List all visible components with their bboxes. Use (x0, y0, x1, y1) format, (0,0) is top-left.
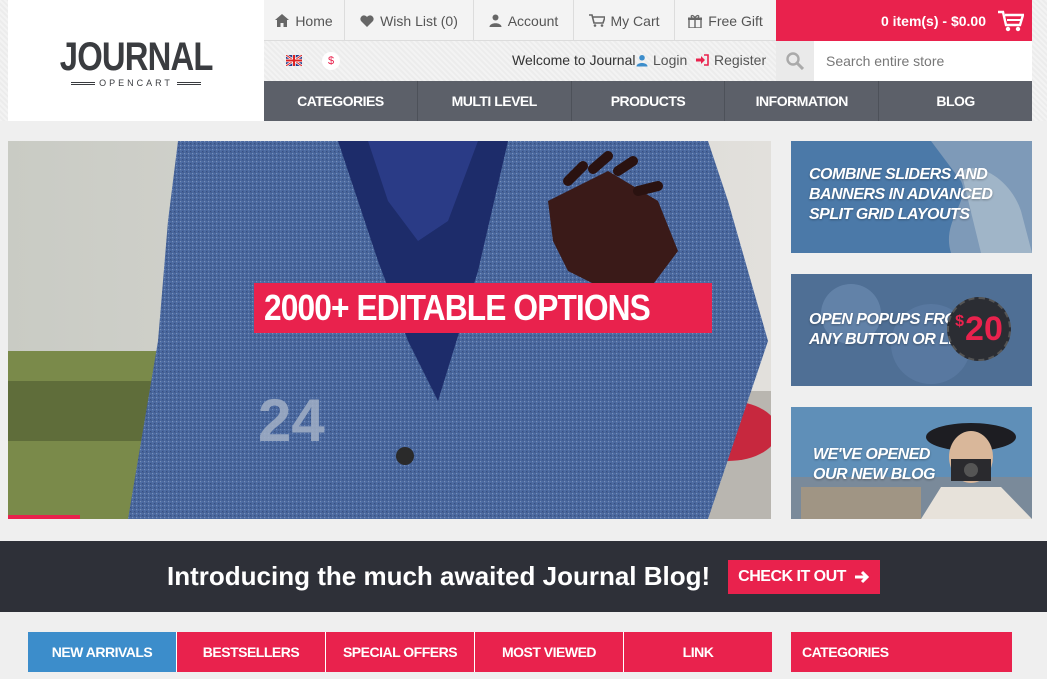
cart-summary: 0 item(s) - $0.00 (880, 12, 986, 29)
tab-bestsellers[interactable]: BESTSELLERS (177, 632, 326, 672)
nav-products[interactable]: PRODUCTS (572, 81, 726, 121)
hero-caption: 2000+ EDITABLE OPTIONS (254, 283, 713, 333)
mycart-link[interactable]: My Cart (574, 0, 675, 41)
banner-new-blog[interactable]: WE'VE OPENED OUR NEW BLOG (791, 407, 1032, 519)
cart-button[interactable]: 0 item(s) - $0.00 (776, 0, 1032, 41)
home-link[interactable]: Home (264, 0, 345, 41)
wishlist-link[interactable]: Wish List (0) (345, 0, 474, 41)
uk-flag-icon[interactable] (286, 55, 302, 66)
banner-popups[interactable]: OPEN POPUPS FROM ANY BUTTON OR LINK $20 (791, 274, 1032, 386)
cart-icon (588, 14, 605, 27)
check-it-out-button[interactable]: CHECK IT OUT (728, 559, 880, 594)
svg-text:24: 24 (258, 387, 325, 454)
sidebar-categories-title: CATEGORIES (791, 632, 1012, 672)
product-tabs: NEW ARRIVALS BESTSELLERS SPECIAL OFFERS … (28, 632, 772, 672)
tab-most-viewed[interactable]: MOST VIEWED (475, 632, 624, 672)
hero-slider[interactable]: 24 2000+ EDITABLE OPTIONS (8, 141, 771, 519)
tab-special-offers[interactable]: SPECIAL OFFERS (326, 632, 475, 672)
search-icon (786, 52, 804, 70)
arrow-right-icon (854, 570, 870, 583)
welcome-text: Welcome to Journal (512, 52, 636, 68)
tab-new-arrivals[interactable]: NEW ARRIVALS (28, 632, 177, 672)
nav-multi-level[interactable]: MULTI LEVEL (418, 81, 572, 121)
nav-information[interactable]: INFORMATION (725, 81, 880, 121)
search-button[interactable] (776, 41, 814, 81)
nav-categories[interactable]: CATEGORIES (264, 81, 418, 121)
nav-blog[interactable]: BLOG (879, 81, 1032, 121)
gift-icon (688, 14, 703, 28)
user-icon (489, 14, 502, 27)
main-navigation: CATEGORIES MULTI LEVEL PRODUCTS INFORMAT… (264, 81, 1032, 121)
logo-wordmark: JOURNAL (59, 35, 214, 79)
sign-in-icon (696, 54, 709, 66)
logo-subtitle: OPENCART (99, 78, 173, 88)
slider-progress (8, 515, 80, 519)
currency-selector[interactable]: $ (322, 52, 340, 70)
heart-icon (360, 14, 374, 27)
user-icon (636, 54, 648, 66)
logo[interactable]: JOURNAL OPENCART (8, 0, 264, 121)
tab-link[interactable]: LINK (624, 632, 772, 672)
register-link[interactable]: Register (696, 52, 766, 68)
shopping-cart-icon (998, 10, 1024, 31)
blog-announcement: Introducing the much awaited Journal Blo… (0, 541, 1047, 612)
freegift-link[interactable]: Free Gift (675, 0, 776, 41)
top-links: Home Wish List (0) Account My Cart Free … (264, 0, 776, 41)
login-link[interactable]: Login (636, 52, 687, 68)
banner-split-grid[interactable]: COMBINE SLIDERS AND BANNERS IN ADVANCED … (791, 141, 1032, 253)
home-icon (275, 14, 290, 27)
blog-announcement-title: Introducing the much awaited Journal Blo… (167, 561, 711, 591)
search-input[interactable] (814, 41, 1032, 81)
price-badge: $20 (947, 297, 1011, 361)
account-link[interactable]: Account (474, 0, 574, 41)
